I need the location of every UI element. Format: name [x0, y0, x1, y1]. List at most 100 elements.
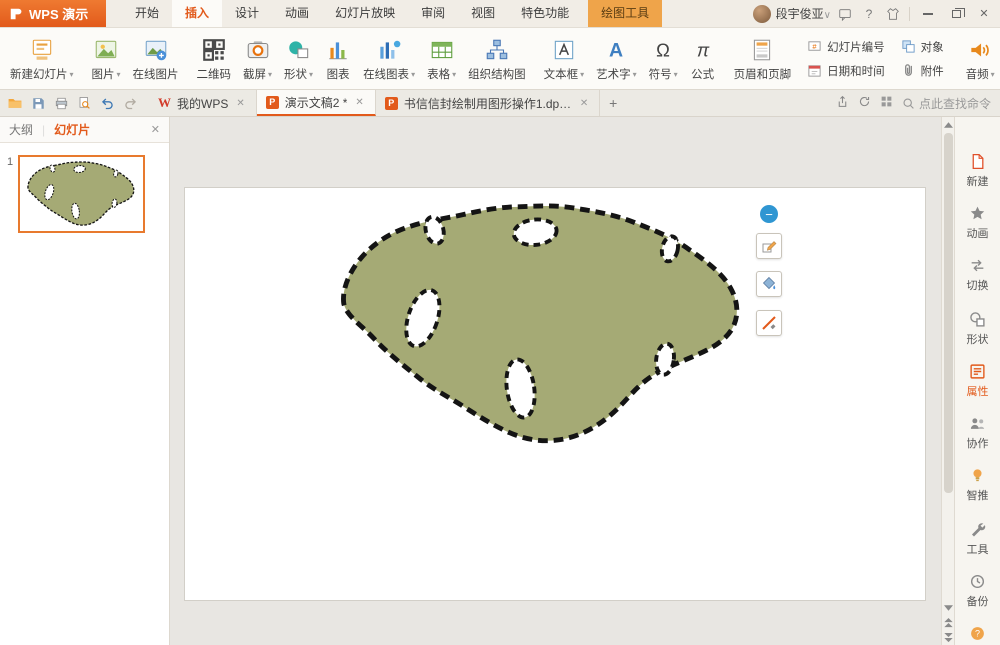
- ribbon-item-chart[interactable]: 图表: [319, 29, 357, 88]
- undo-icon[interactable]: [96, 92, 118, 114]
- menu-tab-drawing-tools[interactable]: 绘图工具: [588, 0, 662, 27]
- ribbon-item-date-time[interactable]: 日期和时间: [807, 63, 885, 79]
- menu-tab-review[interactable]: 审阅: [408, 0, 458, 27]
- ribbon-small-group: # 幻灯片编号 对象 日期和时间 附件: [797, 29, 954, 88]
- user-name[interactable]: 段宇俊亚∨: [776, 5, 831, 22]
- ribbon-item-org-chart[interactable]: 组织结构图: [462, 29, 532, 88]
- save-icon[interactable]: [27, 92, 49, 114]
- user-avatar[interactable]: [753, 5, 771, 23]
- org-chart-icon: [484, 35, 510, 65]
- close-tab-icon[interactable]: ✕: [578, 96, 590, 111]
- selected-shape[interactable]: [335, 200, 750, 450]
- picture-icon: [93, 35, 119, 65]
- close-button[interactable]: ✕: [970, 0, 998, 27]
- slide-thumbnail[interactable]: [18, 155, 145, 233]
- ribbon-item-attachment[interactable]: 附件: [901, 63, 944, 79]
- ribbon-item-qrcode[interactable]: 二维码: [191, 29, 238, 88]
- ribbon-item-screenshot[interactable]: 截屏▾: [237, 29, 278, 88]
- rightbar-item-animation[interactable]: 动画: [955, 197, 1000, 249]
- prev-slide-button[interactable]: [942, 615, 955, 630]
- app-title: WPS 演示: [29, 4, 88, 23]
- tab-outline[interactable]: 大纲: [9, 121, 33, 138]
- new-slide-icon: [29, 35, 55, 65]
- next-slide-button[interactable]: [942, 630, 955, 645]
- tab-slides[interactable]: 幻灯片: [54, 121, 90, 138]
- presentation-file-icon: P: [266, 96, 279, 109]
- close-tab-icon[interactable]: ✕: [353, 95, 365, 110]
- restore-button[interactable]: [942, 0, 970, 27]
- skin-icon[interactable]: [881, 0, 905, 27]
- wps-home-icon: W: [158, 95, 171, 111]
- minimize-button[interactable]: [914, 0, 942, 27]
- new-tab-button[interactable]: +: [600, 90, 626, 116]
- ribbon-item-table[interactable]: 表格▾: [421, 29, 462, 88]
- rightbar-item-help[interactable]: ? 帮助: [955, 617, 1000, 645]
- svg-text:A: A: [609, 40, 623, 62]
- collapse-toolbar-button[interactable]: −: [760, 205, 778, 223]
- ribbon-item-object[interactable]: 对象: [901, 39, 944, 55]
- close-panel-icon[interactable]: ✕: [151, 123, 160, 136]
- rightbar-item-smart[interactable]: 智推: [955, 459, 1000, 511]
- ribbon-item-picture[interactable]: 图片▾: [86, 29, 127, 88]
- menu-tab-home[interactable]: 开始: [122, 0, 172, 27]
- rightbar-item-backup[interactable]: 备份: [955, 565, 1000, 617]
- close-tab-icon[interactable]: ✕: [234, 96, 246, 111]
- help-icon[interactable]: ?: [857, 0, 881, 27]
- ribbon-item-audio[interactable]: 音频▾: [960, 29, 1000, 88]
- tab-letter-envelope-doc[interactable]: P 书信信封绘制用图形操作1.dps * ✕: [376, 90, 600, 116]
- document-tab-bar: W 我的WPS ✕ P 演示文稿2 * ✕ P 书信信封绘制用图形操作1.dps…: [0, 90, 1000, 117]
- ribbon-item-symbol[interactable]: Ω 符号▾: [643, 29, 684, 88]
- ribbon-item-header-footer[interactable]: 页眉和页脚: [728, 29, 798, 88]
- date-time-icon: [807, 63, 822, 78]
- backup-icon: [969, 573, 986, 590]
- command-search[interactable]: 点此查找命令: [902, 95, 991, 112]
- apps-icon[interactable]: [880, 95, 893, 111]
- scroll-up-button[interactable]: [942, 117, 955, 132]
- menu-tab-special-features[interactable]: 特色功能: [508, 0, 582, 27]
- rightbar-item-tools[interactable]: 工具: [955, 513, 1000, 565]
- object-icon: [901, 39, 916, 54]
- menu-tab-insert[interactable]: 插入: [172, 0, 222, 27]
- rightbar-item-transition[interactable]: 切换: [955, 249, 1000, 301]
- svg-text:Ω: Ω: [656, 40, 670, 61]
- redo-icon[interactable]: [119, 92, 141, 114]
- ribbon-item-shapes[interactable]: 形状▾: [278, 29, 319, 88]
- print-icon[interactable]: [50, 92, 72, 114]
- fill-color-icon: [761, 276, 777, 292]
- sync-icon[interactable]: [858, 95, 871, 111]
- tab-presentation2[interactable]: P 演示文稿2 * ✕: [257, 90, 376, 116]
- ribbon-item-online-picture[interactable]: 在线图片: [127, 29, 185, 88]
- menu-tab-animation[interactable]: 动画: [272, 0, 322, 27]
- ribbon-item-text-box[interactable]: 文本框▾: [538, 29, 591, 88]
- app-logo[interactable]: WPS 演示: [0, 0, 106, 27]
- audio-icon: [967, 35, 993, 65]
- rightbar-item-properties[interactable]: 属性: [955, 355, 1000, 407]
- menu-tab-view[interactable]: 视图: [458, 0, 508, 27]
- ribbon-item-new-slide[interactable]: 新建幻灯片▾: [4, 29, 80, 88]
- ribbon-item-online-chart[interactable]: 在线图表▾: [357, 29, 421, 88]
- formula-icon: π: [690, 35, 716, 65]
- message-icon[interactable]: [833, 0, 857, 27]
- print-preview-icon[interactable]: [73, 92, 95, 114]
- scrollbar-thumb[interactable]: [944, 133, 953, 493]
- edit-points-button[interactable]: [756, 233, 782, 259]
- ribbon-item-slide-number[interactable]: # 幻灯片编号: [807, 39, 885, 55]
- menu-tab-slideshow[interactable]: 幻灯片放映: [322, 0, 408, 27]
- ribbon-item-formula[interactable]: π 公式: [684, 29, 722, 88]
- rightbar-item-new[interactable]: 新建: [955, 145, 1000, 197]
- editing-canvas: −: [170, 117, 941, 645]
- scroll-down-button[interactable]: [942, 600, 955, 615]
- svg-text:?: ?: [975, 629, 980, 639]
- share-icon[interactable]: [836, 95, 849, 111]
- menu-tab-design[interactable]: 设计: [222, 0, 272, 27]
- rightbar-item-shape[interactable]: 形状: [955, 303, 1000, 355]
- tab-my-wps[interactable]: W 我的WPS ✕: [149, 90, 257, 116]
- help-circle-icon: ?: [969, 625, 986, 642]
- fill-color-button[interactable]: [756, 271, 782, 297]
- open-folder-icon[interactable]: [4, 92, 26, 114]
- outline-color-button[interactable]: [756, 310, 782, 336]
- ribbon-item-wordart[interactable]: A 艺术字▾: [590, 29, 643, 88]
- titlebar-right: 段宇俊亚∨ ? ✕: [748, 0, 1000, 27]
- slide-canvas[interactable]: −: [185, 188, 925, 600]
- rightbar-item-collaboration[interactable]: 协作: [955, 407, 1000, 459]
